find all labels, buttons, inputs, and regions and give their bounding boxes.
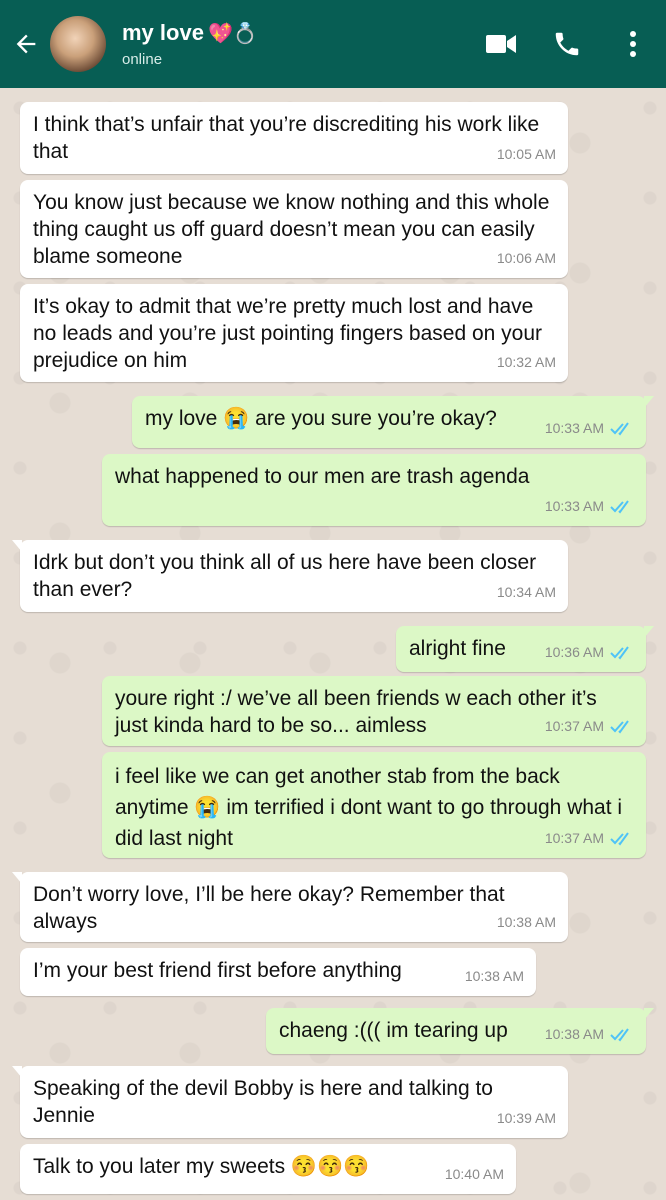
avatar[interactable] — [50, 16, 106, 72]
read-receipt-icon — [610, 831, 629, 846]
message-time: 10:40 AM — [444, 1166, 504, 1182]
more-options-icon — [630, 31, 636, 57]
message-text: Speaking of the devil Bobby is here and … — [33, 1077, 493, 1127]
message-text: It’s okay to admit that we’re pretty muc… — [33, 295, 543, 372]
message-bubble-incoming[interactable]: Talk to you later my sweets 😚😚😚 10:40 AM — [20, 1144, 516, 1194]
message-text: You know just because we know nothing an… — [33, 191, 550, 268]
read-receipt-icon — [610, 499, 629, 514]
chat-header: my love 💖💍 online — [0, 0, 666, 88]
message-time: 10:33 AM — [544, 420, 604, 436]
chat-area[interactable]: I think that’s unfair that you’re discre… — [0, 88, 666, 1200]
read-receipt-icon — [610, 421, 629, 436]
message-bubble-incoming[interactable]: Speaking of the devil Bobby is here and … — [12, 1066, 568, 1138]
message-time: 10:36 AM — [544, 644, 604, 660]
more-options-button[interactable] — [600, 0, 666, 88]
phone-icon — [555, 32, 579, 56]
message-time: 10:38 AM — [464, 968, 524, 984]
contact-name: my love — [122, 20, 204, 45]
message-time: 10:37 AM — [544, 718, 604, 734]
contact-name-emoji: 💖💍 — [207, 23, 258, 45]
message-bubble-outgoing[interactable]: youre right :/ we’ve all been friends w … — [102, 676, 646, 746]
message-text: I think that’s unfair that you’re discre… — [33, 113, 540, 163]
message-text: what happened to our men are trash agend… — [115, 465, 530, 488]
message-bubble-outgoing[interactable]: chaeng :((( im tearing up 10:38 AM — [266, 1008, 654, 1054]
voice-call-button[interactable] — [534, 0, 600, 88]
message-time: 10:38 AM — [496, 914, 556, 930]
contact-status: online — [122, 51, 163, 68]
message-bubble-incoming[interactable]: You know just because we know nothing an… — [20, 180, 568, 278]
message-text: I’m your best friend first before anythi… — [33, 959, 402, 982]
message-text: Don’t worry love, I’ll be here okay? Rem… — [33, 883, 505, 933]
message-time: 10:34 AM — [496, 584, 556, 600]
message-bubble-outgoing[interactable]: alright fine 10:36 AM — [396, 626, 654, 672]
read-receipt-icon — [610, 645, 629, 660]
message-text: Idrk but don’t you think all of us here … — [33, 551, 537, 601]
message-text: Talk to you later my sweets 😚😚😚 — [33, 1155, 370, 1178]
message-bubble-outgoing[interactable]: what happened to our men are trash agend… — [102, 454, 646, 526]
message-time: 10:37 AM — [544, 830, 604, 846]
video-call-icon — [486, 35, 516, 53]
contact-info[interactable]: my love 💖💍 online — [122, 20, 468, 68]
video-call-button[interactable] — [468, 0, 534, 88]
back-button[interactable] — [4, 0, 48, 88]
read-receipt-icon — [610, 719, 629, 734]
message-bubble-incoming[interactable]: Idrk but don’t you think all of us here … — [12, 540, 568, 612]
message-bubble-incoming[interactable]: Don’t worry love, I’ll be here okay? Rem… — [12, 872, 568, 942]
message-time: 10:33 AM — [544, 498, 604, 514]
message-time: 10:06 AM — [496, 250, 556, 266]
message-bubble-outgoing[interactable]: my love 😭 are you sure you’re okay? 10:3… — [132, 396, 654, 448]
message-time: 10:38 AM — [544, 1026, 604, 1042]
message-bubble-incoming[interactable]: I’m your best friend first before anythi… — [20, 948, 536, 996]
message-bubble-outgoing[interactable]: i feel like we can get another stab from… — [102, 752, 646, 858]
message-time: 10:39 AM — [496, 1110, 556, 1126]
read-receipt-icon — [610, 1027, 629, 1042]
message-time: 10:05 AM — [496, 146, 556, 162]
back-arrow-icon — [16, 34, 36, 54]
message-bubble-incoming[interactable]: I think that’s unfair that you’re discre… — [20, 102, 568, 174]
message-time: 10:32 AM — [496, 354, 556, 370]
message-bubble-incoming[interactable]: It’s okay to admit that we’re pretty muc… — [20, 284, 568, 382]
